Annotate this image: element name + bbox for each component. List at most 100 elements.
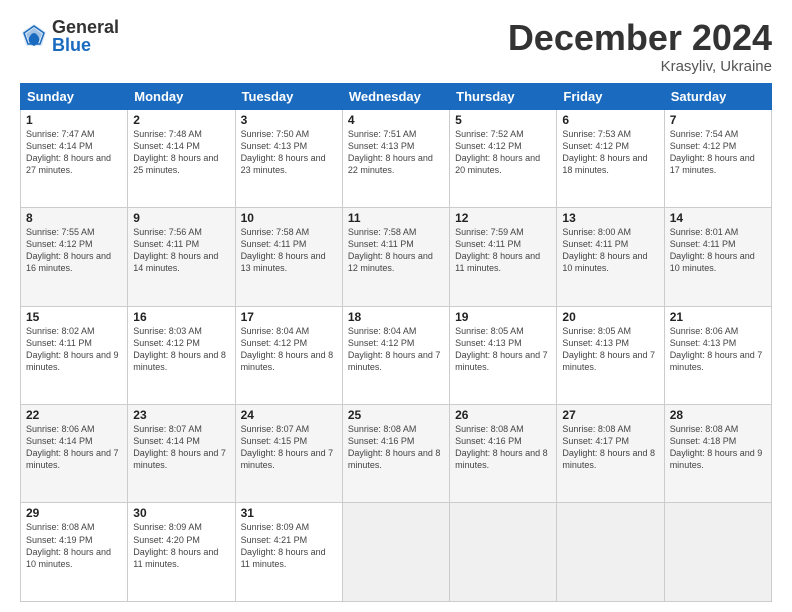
table-row: 25Sunrise: 8:08 AMSunset: 4:16 PMDayligh… (342, 405, 449, 503)
table-row: 31Sunrise: 8:09 AMSunset: 4:21 PMDayligh… (235, 503, 342, 602)
day-info: Sunrise: 7:48 AMSunset: 4:14 PMDaylight:… (133, 128, 229, 177)
logo-text: General Blue (52, 18, 119, 54)
day-info: Sunrise: 8:09 AMSunset: 4:21 PMDaylight:… (241, 521, 337, 570)
table-row (342, 503, 449, 602)
calendar-row: 29Sunrise: 8:08 AMSunset: 4:19 PMDayligh… (21, 503, 772, 602)
calendar-row: 1Sunrise: 7:47 AMSunset: 4:14 PMDaylight… (21, 109, 772, 207)
day-info: Sunrise: 7:51 AMSunset: 4:13 PMDaylight:… (348, 128, 444, 177)
day-number: 20 (562, 310, 658, 324)
day-number: 5 (455, 113, 551, 127)
table-row: 24Sunrise: 8:07 AMSunset: 4:15 PMDayligh… (235, 405, 342, 503)
table-row (557, 503, 664, 602)
page: General Blue December 2024 Krasyliv, Ukr… (0, 0, 792, 612)
day-info: Sunrise: 8:08 AMSunset: 4:17 PMDaylight:… (562, 423, 658, 472)
day-info: Sunrise: 8:04 AMSunset: 4:12 PMDaylight:… (241, 325, 337, 374)
col-tuesday: Tuesday (235, 83, 342, 109)
day-number: 8 (26, 211, 122, 225)
col-wednesday: Wednesday (342, 83, 449, 109)
day-info: Sunrise: 8:07 AMSunset: 4:14 PMDaylight:… (133, 423, 229, 472)
table-row: 2Sunrise: 7:48 AMSunset: 4:14 PMDaylight… (128, 109, 235, 207)
day-info: Sunrise: 8:03 AMSunset: 4:12 PMDaylight:… (133, 325, 229, 374)
table-row: 27Sunrise: 8:08 AMSunset: 4:17 PMDayligh… (557, 405, 664, 503)
calendar-row: 22Sunrise: 8:06 AMSunset: 4:14 PMDayligh… (21, 405, 772, 503)
calendar-row: 8Sunrise: 7:55 AMSunset: 4:12 PMDaylight… (21, 208, 772, 306)
day-info: Sunrise: 8:02 AMSunset: 4:11 PMDaylight:… (26, 325, 122, 374)
day-info: Sunrise: 7:52 AMSunset: 4:12 PMDaylight:… (455, 128, 551, 177)
day-number: 12 (455, 211, 551, 225)
table-row: 1Sunrise: 7:47 AMSunset: 4:14 PMDaylight… (21, 109, 128, 207)
day-number: 4 (348, 113, 444, 127)
day-info: Sunrise: 7:59 AMSunset: 4:11 PMDaylight:… (455, 226, 551, 275)
day-number: 27 (562, 408, 658, 422)
day-number: 23 (133, 408, 229, 422)
day-number: 14 (670, 211, 766, 225)
table-row: 26Sunrise: 8:08 AMSunset: 4:16 PMDayligh… (450, 405, 557, 503)
day-number: 6 (562, 113, 658, 127)
table-row: 13Sunrise: 8:00 AMSunset: 4:11 PMDayligh… (557, 208, 664, 306)
day-info: Sunrise: 8:06 AMSunset: 4:14 PMDaylight:… (26, 423, 122, 472)
table-row: 23Sunrise: 8:07 AMSunset: 4:14 PMDayligh… (128, 405, 235, 503)
day-info: Sunrise: 8:08 AMSunset: 4:16 PMDaylight:… (455, 423, 551, 472)
day-number: 13 (562, 211, 658, 225)
day-info: Sunrise: 7:53 AMSunset: 4:12 PMDaylight:… (562, 128, 658, 177)
col-monday: Monday (128, 83, 235, 109)
day-number: 9 (133, 211, 229, 225)
day-number: 16 (133, 310, 229, 324)
day-number: 15 (26, 310, 122, 324)
day-number: 28 (670, 408, 766, 422)
col-friday: Friday (557, 83, 664, 109)
header-row: Sunday Monday Tuesday Wednesday Thursday… (21, 83, 772, 109)
day-info: Sunrise: 8:09 AMSunset: 4:20 PMDaylight:… (133, 521, 229, 570)
day-number: 7 (670, 113, 766, 127)
table-row: 19Sunrise: 8:05 AMSunset: 4:13 PMDayligh… (450, 306, 557, 404)
col-saturday: Saturday (664, 83, 771, 109)
table-row: 5Sunrise: 7:52 AMSunset: 4:12 PMDaylight… (450, 109, 557, 207)
table-row: 18Sunrise: 8:04 AMSunset: 4:12 PMDayligh… (342, 306, 449, 404)
table-row: 3Sunrise: 7:50 AMSunset: 4:13 PMDaylight… (235, 109, 342, 207)
logo-area: General Blue (20, 18, 119, 54)
day-info: Sunrise: 8:06 AMSunset: 4:13 PMDaylight:… (670, 325, 766, 374)
day-number: 22 (26, 408, 122, 422)
day-number: 31 (241, 506, 337, 520)
logo-blue: Blue (52, 36, 119, 54)
day-info: Sunrise: 7:58 AMSunset: 4:11 PMDaylight:… (241, 226, 337, 275)
table-row (664, 503, 771, 602)
day-info: Sunrise: 8:07 AMSunset: 4:15 PMDaylight:… (241, 423, 337, 472)
day-info: Sunrise: 7:50 AMSunset: 4:13 PMDaylight:… (241, 128, 337, 177)
day-info: Sunrise: 8:00 AMSunset: 4:11 PMDaylight:… (562, 226, 658, 275)
day-info: Sunrise: 8:08 AMSunset: 4:19 PMDaylight:… (26, 521, 122, 570)
title-area: December 2024 Krasyliv, Ukraine (508, 18, 772, 75)
day-number: 17 (241, 310, 337, 324)
day-info: Sunrise: 8:08 AMSunset: 4:16 PMDaylight:… (348, 423, 444, 472)
day-number: 24 (241, 408, 337, 422)
table-row: 15Sunrise: 8:02 AMSunset: 4:11 PMDayligh… (21, 306, 128, 404)
table-row: 29Sunrise: 8:08 AMSunset: 4:19 PMDayligh… (21, 503, 128, 602)
table-row: 6Sunrise: 7:53 AMSunset: 4:12 PMDaylight… (557, 109, 664, 207)
day-number: 1 (26, 113, 122, 127)
day-number: 25 (348, 408, 444, 422)
table-row: 4Sunrise: 7:51 AMSunset: 4:13 PMDaylight… (342, 109, 449, 207)
day-number: 11 (348, 211, 444, 225)
table-row: 30Sunrise: 8:09 AMSunset: 4:20 PMDayligh… (128, 503, 235, 602)
day-number: 3 (241, 113, 337, 127)
table-row: 16Sunrise: 8:03 AMSunset: 4:12 PMDayligh… (128, 306, 235, 404)
day-number: 30 (133, 506, 229, 520)
day-number: 2 (133, 113, 229, 127)
logo-icon (20, 22, 48, 50)
day-number: 10 (241, 211, 337, 225)
day-info: Sunrise: 7:54 AMSunset: 4:12 PMDaylight:… (670, 128, 766, 177)
day-info: Sunrise: 7:58 AMSunset: 4:11 PMDaylight:… (348, 226, 444, 275)
location: Krasyliv, Ukraine (508, 58, 772, 75)
day-number: 18 (348, 310, 444, 324)
calendar-table: Sunday Monday Tuesday Wednesday Thursday… (20, 83, 772, 602)
day-number: 21 (670, 310, 766, 324)
table-row: 21Sunrise: 8:06 AMSunset: 4:13 PMDayligh… (664, 306, 771, 404)
table-row: 10Sunrise: 7:58 AMSunset: 4:11 PMDayligh… (235, 208, 342, 306)
top-section: General Blue December 2024 Krasyliv, Ukr… (20, 18, 772, 75)
calendar-row: 15Sunrise: 8:02 AMSunset: 4:11 PMDayligh… (21, 306, 772, 404)
day-number: 26 (455, 408, 551, 422)
day-info: Sunrise: 7:56 AMSunset: 4:11 PMDaylight:… (133, 226, 229, 275)
table-row: 22Sunrise: 8:06 AMSunset: 4:14 PMDayligh… (21, 405, 128, 503)
col-thursday: Thursday (450, 83, 557, 109)
day-info: Sunrise: 7:47 AMSunset: 4:14 PMDaylight:… (26, 128, 122, 177)
